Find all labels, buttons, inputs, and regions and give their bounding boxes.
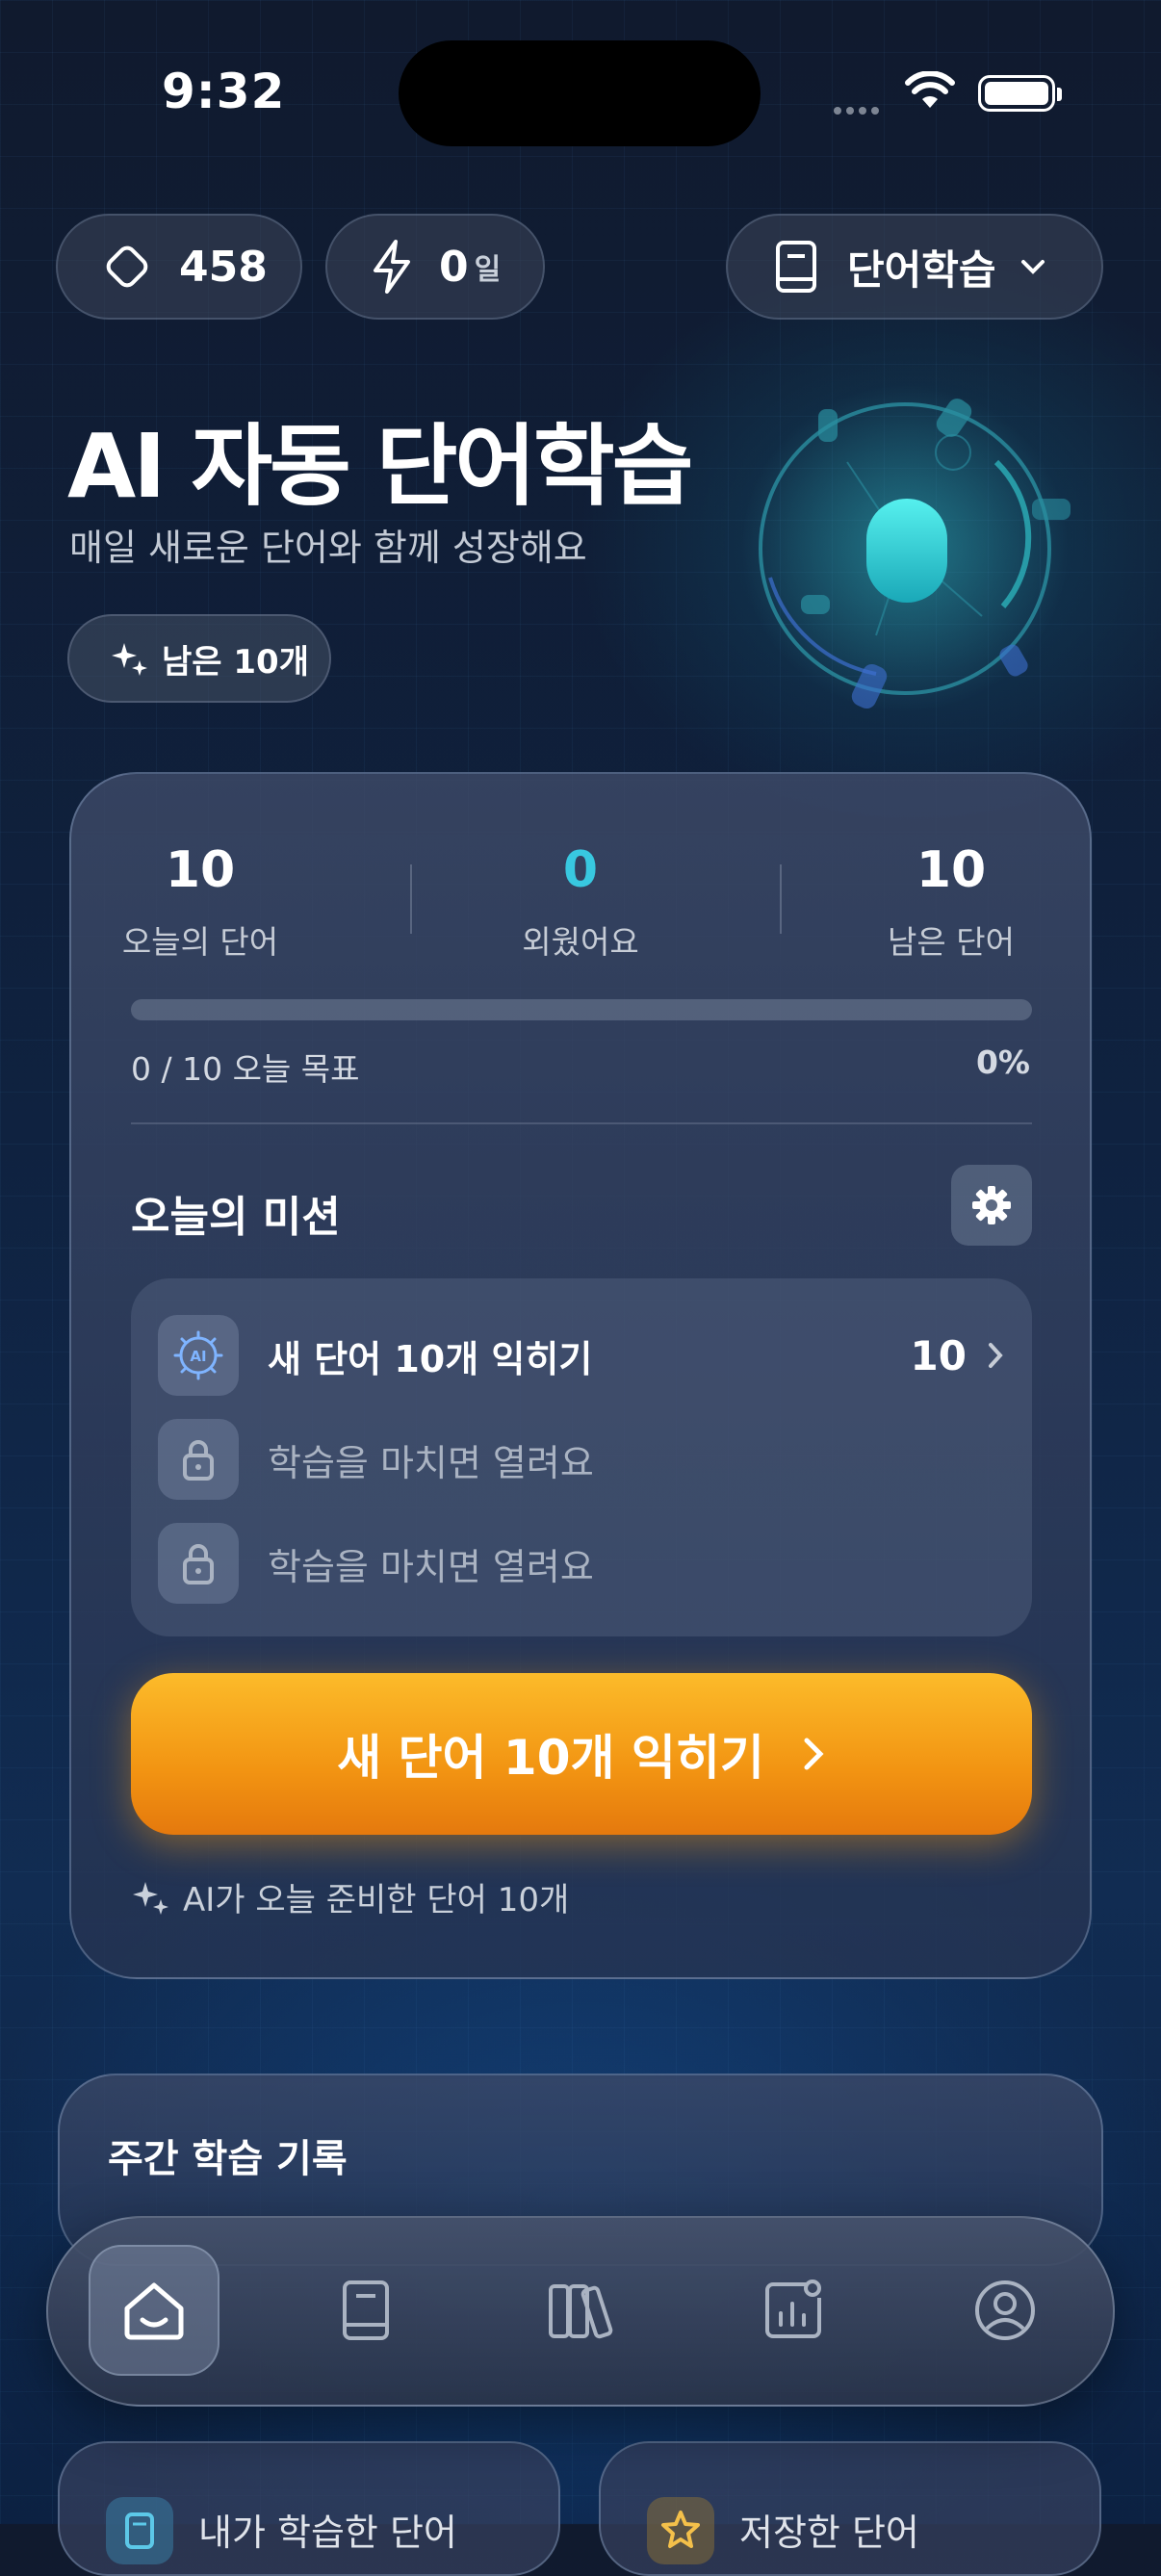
stat-label: 오늘의 단어	[121, 923, 279, 961]
streak-count: 0	[439, 242, 469, 292]
streak-pill[interactable]: 0 일	[325, 214, 545, 320]
book-icon	[776, 241, 816, 293]
profile-icon	[975, 2280, 1035, 2340]
divider	[410, 864, 412, 934]
home-icon	[124, 2282, 184, 2340]
stat-label: 외웠어요	[522, 923, 639, 961]
battery-icon	[978, 75, 1062, 112]
mission-list: AI 새 단어 10개 익히기 10 학습을 마치면 열려요 학습을 마치면 열…	[131, 1278, 1032, 1636]
note-icon	[106, 2497, 173, 2564]
ai-chip-icon: AI	[158, 1315, 239, 1396]
learned-words-card[interactable]: 내가 학습한 단어	[58, 2441, 560, 2576]
gems-pill[interactable]: 458	[56, 214, 302, 320]
diamond-icon	[106, 245, 148, 288]
chevron-right-icon	[804, 1738, 824, 1770]
wifi-icon	[905, 70, 955, 114]
status-time: 9:32	[162, 64, 286, 119]
mission-item-label: 학습을 마치면 열려요	[268, 1545, 594, 1588]
mode-label: 단어학습	[847, 245, 996, 294]
learned-words-label: 내가 학습한 단어	[198, 2512, 457, 2554]
saved-words-card[interactable]: 저장한 단어	[599, 2441, 1101, 2576]
saved-words-label: 저장한 단어	[739, 2512, 919, 2554]
lock-icon	[158, 1523, 239, 1604]
mission-item-locked: 학습을 마치면 열려요	[158, 1523, 1005, 1604]
mode-selector[interactable]: 단어학습	[726, 214, 1103, 320]
stat-value: 0	[562, 841, 599, 899]
gems-count: 458	[179, 242, 268, 292]
remaining-chip: 남은 10개	[67, 614, 331, 703]
chevron-right-icon	[989, 1343, 1003, 1368]
mission-item-locked: 학습을 마치면 열려요	[158, 1419, 1005, 1500]
stat-label: 남은 단어	[888, 923, 1015, 961]
section-divider	[131, 1122, 1032, 1124]
mission-item-label: 새 단어 10개 익히기	[268, 1337, 593, 1380]
stat-value: 10	[916, 841, 987, 899]
svg-text:AI: AI	[190, 1348, 206, 1365]
chevron-down-icon	[1020, 260, 1045, 274]
dynamic-island	[399, 40, 761, 146]
stat-value: 10	[165, 841, 236, 899]
mission-item-count: 10	[910, 1331, 967, 1379]
mission-title: 오늘의 미션	[131, 1193, 341, 1242]
sparkle-icon	[112, 643, 147, 676]
mission-settings-button[interactable]	[951, 1165, 1032, 1246]
cellular-signal-icon	[834, 100, 884, 118]
ai-note: AI가 오늘 준비한 단어 10개	[131, 1873, 569, 1920]
stat-memorized: 0 외웠어요	[465, 841, 696, 963]
lightning-icon	[374, 240, 410, 294]
ai-orb-illustration	[741, 385, 1071, 712]
start-learning-label: 새 단어 10개 익히기	[337, 1730, 764, 1786]
start-learning-button[interactable]: 새 단어 10개 익히기	[131, 1673, 1032, 1835]
star-icon	[647, 2497, 714, 2564]
sparkle-icon	[133, 1881, 168, 1915]
mission-item-label: 학습을 마치면 열려요	[268, 1441, 594, 1484]
daily-progress-card: 10 오늘의 단어 0 외웠어요 10 남은 단어 0 / 10 오늘 목표 0…	[69, 772, 1092, 1979]
mission-item-new-words[interactable]: AI 새 단어 10개 익히기 10	[158, 1315, 1005, 1396]
tab-book[interactable]	[300, 2245, 431, 2376]
tab-library[interactable]	[514, 2245, 645, 2376]
ai-note-text: AI가 오늘 준비한 단어 10개	[183, 1881, 570, 1919]
tab-home[interactable]	[89, 2245, 219, 2376]
tab-bar	[46, 2216, 1115, 2407]
lock-icon	[158, 1419, 239, 1500]
library-icon	[549, 2284, 613, 2339]
progress-goal-text: 0 / 10 오늘 목표	[131, 1050, 360, 1088]
stat-today-words: 10 오늘의 단어	[85, 841, 316, 963]
tab-stats[interactable]	[728, 2245, 859, 2376]
page-title: AI 자동 단어학습	[67, 415, 693, 518]
page-subtitle: 매일 새로운 단어와 함께 성장해요	[69, 527, 587, 569]
chart-icon	[765, 2280, 821, 2338]
divider	[780, 864, 782, 934]
remaining-chip-label: 남은 10개	[162, 642, 309, 682]
gear-icon	[972, 1186, 1011, 1224]
stat-remaining-words: 10 남은 단어	[836, 841, 1067, 963]
progress-bar	[131, 999, 1032, 1020]
streak-unit: 일	[474, 253, 502, 287]
weekly-record-title: 주간 학습 기록	[108, 2137, 348, 2181]
book-icon	[343, 2280, 389, 2340]
progress-percent: 0%	[975, 1043, 1030, 1081]
tab-profile[interactable]	[940, 2245, 1071, 2376]
